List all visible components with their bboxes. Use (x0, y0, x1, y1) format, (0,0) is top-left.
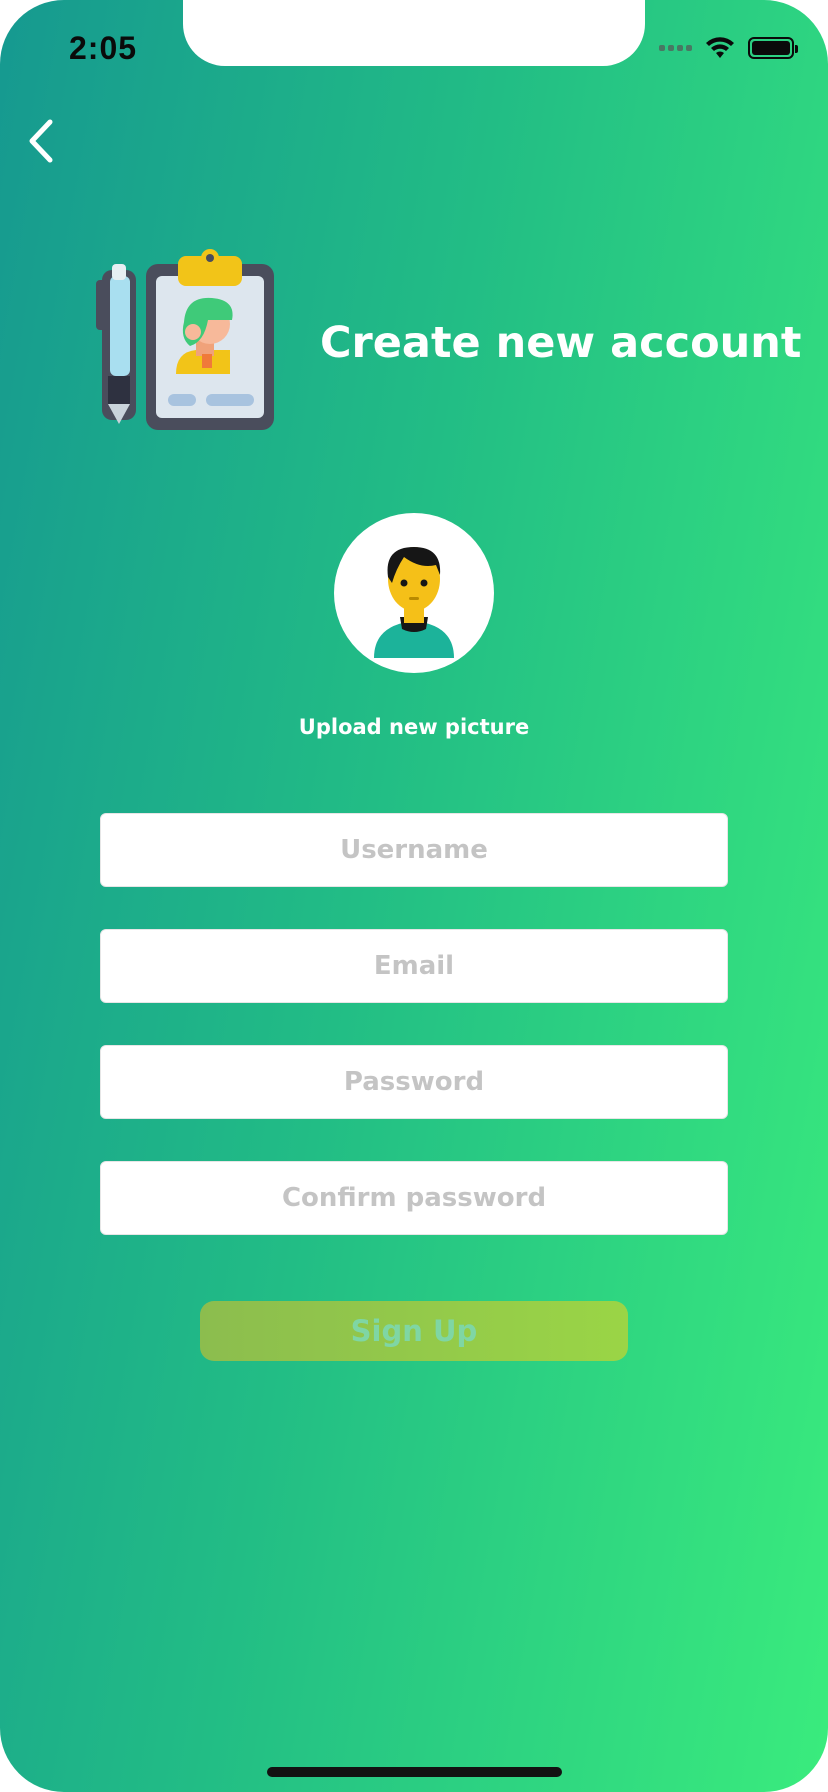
password-input[interactable] (101, 1045, 727, 1119)
email-field[interactable] (100, 929, 728, 1003)
page-title: Create new account (320, 318, 802, 368)
signup-button[interactable]: Sign Up (200, 1301, 628, 1361)
device-notch (183, 0, 645, 66)
signup-screen: 2:05 Create new account Upload new pictu… (0, 0, 828, 1792)
chevron-left-icon (29, 119, 53, 163)
status-time: 2:05 (69, 30, 138, 66)
username-input[interactable] (101, 813, 727, 887)
clipboard-profile-icon (96, 249, 274, 430)
confirm-password-field[interactable] (100, 1161, 728, 1235)
status-icons (659, 36, 798, 60)
confirm-password-input[interactable] (101, 1161, 727, 1235)
signal-icon (659, 45, 692, 51)
username-field[interactable] (100, 813, 728, 887)
back-button[interactable] (20, 114, 64, 168)
password-field[interactable] (100, 1045, 728, 1119)
home-indicator[interactable] (267, 1767, 562, 1777)
user-avatar-icon (374, 547, 454, 658)
email-input[interactable] (101, 929, 727, 1003)
wifi-icon (706, 37, 734, 58)
upload-picture-label[interactable]: Upload new picture (0, 715, 828, 739)
signup-button-label: Sign Up (350, 1314, 478, 1348)
battery-icon (748, 37, 798, 59)
avatar-upload-button[interactable] (334, 513, 494, 673)
